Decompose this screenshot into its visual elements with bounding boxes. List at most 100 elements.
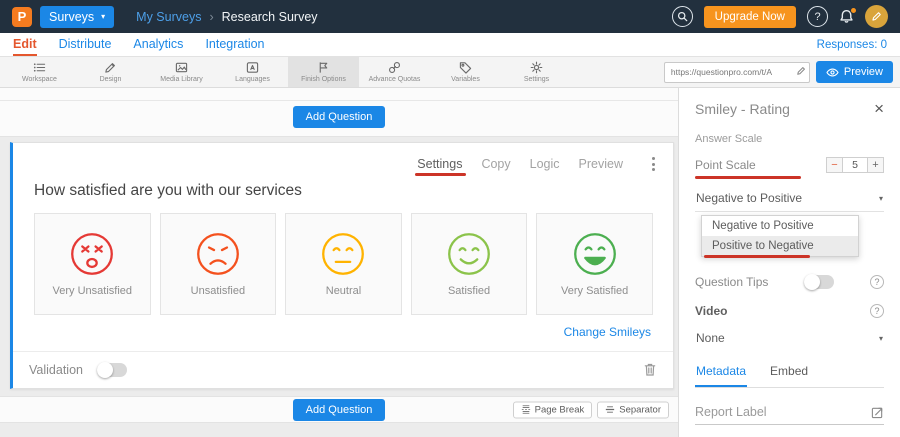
- question-tips-help-icon[interactable]: ?: [870, 275, 884, 289]
- smiley-option-unsatisfied[interactable]: Unsatisfied: [160, 213, 277, 315]
- variables-icon: [459, 61, 472, 74]
- toolbar-item-advance-quotas[interactable]: Advance Quotas: [359, 57, 430, 87]
- question-settings-panel: Smiley - Rating × Answer Scale Point Sca…: [678, 88, 900, 437]
- media-library-icon: [175, 61, 188, 74]
- question-tab-copy[interactable]: Copy: [481, 157, 510, 171]
- question-tab-settings[interactable]: Settings: [417, 157, 462, 171]
- survey-editor-column: Add Question Settings Copy Logic Preview…: [0, 88, 678, 437]
- add-question-button-bottom[interactable]: Add Question: [293, 399, 386, 421]
- chevron-down-icon: ▾: [879, 194, 883, 203]
- finish-options-icon: [317, 61, 330, 74]
- separator-label: Separator: [619, 404, 661, 415]
- tab-integration[interactable]: Integration: [205, 33, 264, 56]
- toolbar-item-label: Languages: [235, 76, 270, 83]
- toolbar-item-workspace[interactable]: Workspace: [4, 57, 75, 87]
- toolbar-item-label: Design: [100, 76, 122, 83]
- delete-question-icon[interactable]: [643, 362, 657, 377]
- user-avatar[interactable]: [865, 5, 888, 28]
- tab-distribute[interactable]: Distribute: [59, 33, 112, 56]
- pencil-icon: [871, 11, 882, 22]
- annotation-underline-settings: [415, 173, 466, 176]
- tab-analytics[interactable]: Analytics: [133, 33, 183, 56]
- add-question-band-bottom: Add Question Page Break Separator: [0, 396, 678, 423]
- report-label-input[interactable]: [695, 405, 855, 419]
- point-scale-row: Point Scale − 5 +: [695, 157, 884, 173]
- smiley-label: Neutral: [326, 285, 361, 297]
- close-icon[interactable]: ×: [874, 100, 884, 117]
- very-satisfied-smiley-icon: [572, 231, 618, 277]
- surveys-menu-button[interactable]: Surveys ▾: [40, 6, 114, 28]
- preview-button[interactable]: Preview: [816, 61, 893, 83]
- point-scale-value[interactable]: 5: [842, 157, 868, 173]
- toolbar-item-finish-options[interactable]: Finish Options: [288, 57, 359, 87]
- smiley-option-very-unsatisfied[interactable]: Very Unsatisfied: [34, 213, 151, 315]
- toolbar-item-design[interactable]: Design: [75, 57, 146, 87]
- languages-icon: [246, 61, 259, 74]
- neutral-smiley-icon: [320, 231, 366, 277]
- content-area: Add Question Settings Copy Logic Preview…: [0, 88, 900, 437]
- question-title[interactable]: How satisfied are you with our services: [13, 173, 673, 200]
- breadcrumb: My Surveys › Research Survey: [136, 10, 317, 24]
- add-question-button-top[interactable]: Add Question: [293, 106, 386, 128]
- tab-embed[interactable]: Embed: [769, 364, 809, 387]
- scale-direction-select[interactable]: Negative to Positive ▾: [695, 187, 884, 212]
- survey-url-field-wrap: [664, 62, 810, 83]
- validation-toggle[interactable]: [97, 363, 127, 377]
- toolbar-item-label: Advance Quotas: [369, 76, 421, 83]
- very-unsatisfied-smiley-icon: [69, 231, 115, 277]
- eye-icon: [826, 67, 839, 78]
- help-button[interactable]: ?: [807, 6, 828, 27]
- smiley-option-very-satisfied[interactable]: Very Satisfied: [536, 213, 653, 315]
- question-tips-toggle[interactable]: [804, 275, 834, 289]
- toolbar-item-label: Media Library: [160, 76, 202, 83]
- preview-label: Preview: [844, 66, 883, 78]
- edit-report-label-icon[interactable]: [871, 406, 884, 419]
- point-scale-label: Point Scale: [695, 158, 756, 172]
- smiley-option-satisfied[interactable]: Satisfied: [411, 213, 528, 315]
- panel-tabs: Metadata Embed: [695, 364, 884, 388]
- point-scale-increment-button[interactable]: +: [867, 157, 884, 173]
- panel-title: Smiley - Rating: [695, 101, 790, 117]
- toolbar-item-languages[interactable]: Languages: [217, 57, 288, 87]
- question-tips-label: Question Tips: [695, 275, 768, 289]
- option-negative-to-positive[interactable]: Negative to Positive: [702, 216, 858, 236]
- edit-url-icon[interactable]: [796, 66, 806, 76]
- chevron-down-icon: ▾: [101, 13, 105, 21]
- tab-edit[interactable]: Edit: [13, 33, 37, 56]
- question-tab-preview[interactable]: Preview: [579, 157, 623, 171]
- question-more-menu-icon[interactable]: [650, 155, 657, 173]
- notifications-button[interactable]: [839, 9, 854, 24]
- question-tab-logic[interactable]: Logic: [530, 157, 560, 171]
- answer-scale-label: Answer Scale: [695, 133, 884, 145]
- toolbar-item-variables[interactable]: Variables: [430, 57, 501, 87]
- page-break-button[interactable]: Page Break: [513, 401, 593, 418]
- search-button[interactable]: [672, 6, 693, 27]
- video-select[interactable]: None ▾: [695, 329, 884, 347]
- advance-quotas-icon: [388, 61, 401, 74]
- responses-count[interactable]: Responses: 0: [817, 39, 887, 51]
- video-select-value: None: [696, 331, 725, 345]
- tab-metadata[interactable]: Metadata: [695, 364, 747, 387]
- separator-button[interactable]: Separator: [597, 401, 669, 418]
- add-question-band-top: Add Question: [0, 101, 678, 137]
- toolbar-item-label: Finish Options: [301, 76, 346, 83]
- smiley-option-neutral[interactable]: Neutral: [285, 213, 402, 315]
- upgrade-now-button[interactable]: Upgrade Now: [704, 6, 796, 28]
- toolbar-item-media-library[interactable]: Media Library: [146, 57, 217, 87]
- survey-url-input[interactable]: [664, 62, 810, 83]
- question-card: Settings Copy Logic Preview How satisfie…: [10, 142, 674, 389]
- toolbar-item-settings[interactable]: Settings: [501, 57, 572, 87]
- option-positive-to-negative[interactable]: Positive to Negative: [702, 236, 858, 256]
- toolbar-right: Preview: [664, 57, 900, 87]
- questionpro-logo[interactable]: P: [12, 7, 32, 27]
- workspace-icon: [33, 61, 46, 74]
- separator-icon: [605, 405, 615, 415]
- collapsed-section-strip: [0, 88, 678, 101]
- video-help-icon[interactable]: ?: [870, 304, 884, 318]
- breadcrumb-my-surveys[interactable]: My Surveys: [136, 10, 201, 24]
- validation-row: Validation: [13, 351, 673, 388]
- survey-nav-bar: Edit Distribute Analytics Integration Re…: [0, 33, 900, 57]
- point-scale-decrement-button[interactable]: −: [826, 157, 843, 173]
- smiley-scale: Very Unsatisfied Unsatisfied: [13, 213, 673, 315]
- change-smileys-link[interactable]: Change Smileys: [564, 325, 651, 339]
